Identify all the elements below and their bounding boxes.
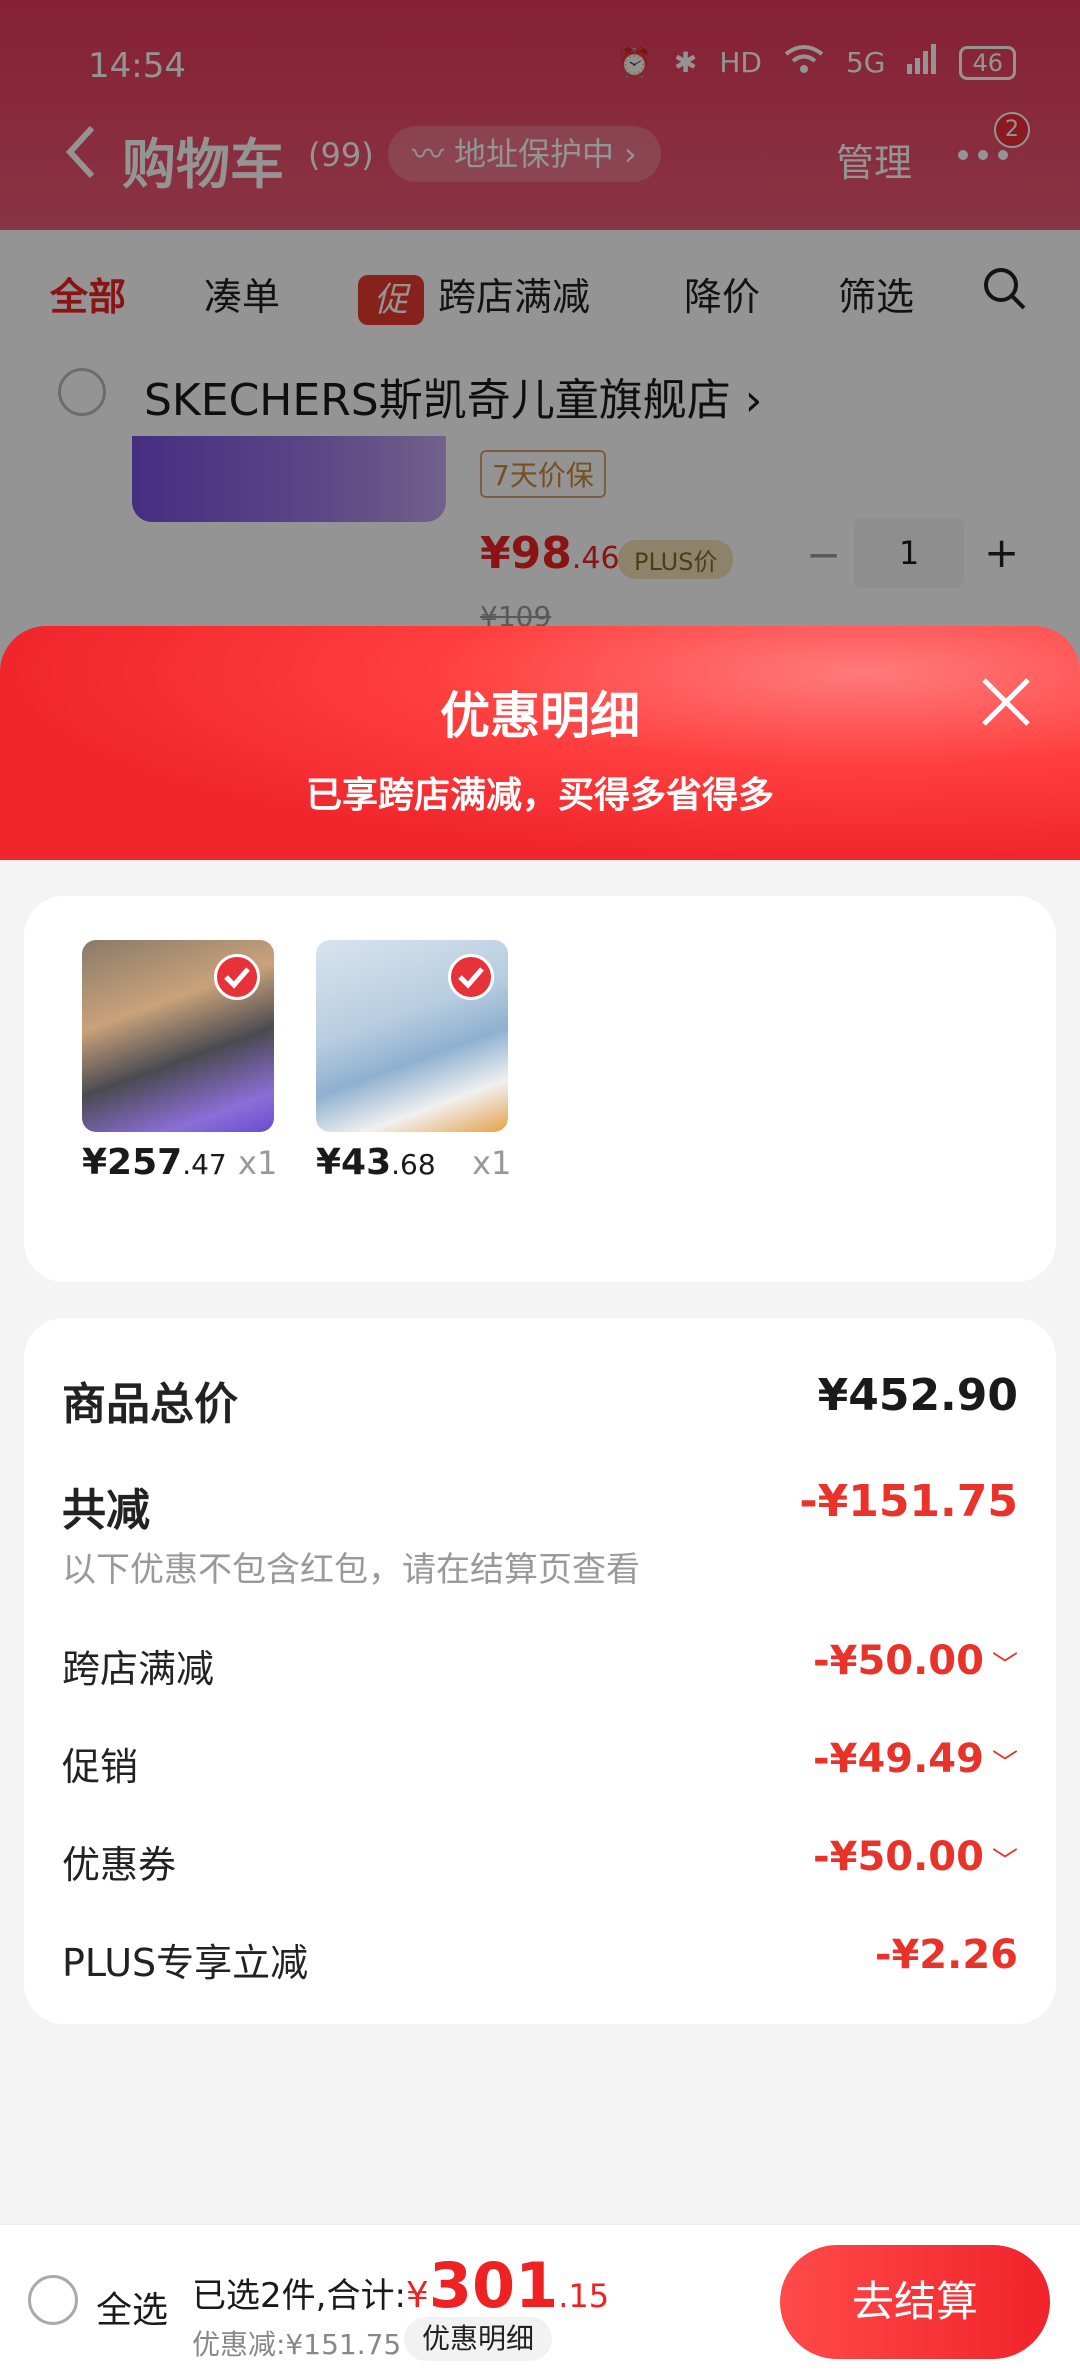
product-qty: x1 [238,1144,278,1182]
promotion-amount: -¥49.49 [813,1736,984,1782]
product-price-dec: .47 [182,1148,227,1181]
product-price: ¥43.68 [316,1142,436,1183]
checkmark-icon [448,954,494,1000]
coupon-value[interactable]: -¥50.00 ﹀ [813,1834,1018,1880]
product-image [82,940,274,1132]
plus-discount-label: PLUS专享立减 [62,1941,309,1985]
sheet-title: 优惠明细 [440,687,640,745]
discount-summary: 优惠减:¥151.75 [192,2328,402,2361]
reduce-value: -¥151.75 [799,1476,1018,1527]
reduce-label: 共减 [62,1485,150,1536]
selected-count: 已选2件,合计: [192,2276,406,2316]
total-value: ¥452.90 [817,1370,1018,1421]
selected-product[interactable] [82,940,278,1132]
product-price-int: ¥43 [316,1142,392,1183]
product-qty: x1 [472,1144,512,1182]
selected-products-card: ¥257.47 x1 ¥43.68 x1 [24,896,1056,1282]
total-currency: ¥ [405,2275,429,2316]
sheet-header: 优惠明细 已享跨店满减，买得多省得多 [0,626,1080,860]
product-price-int: ¥257 [82,1142,183,1183]
coupon-amount: -¥50.00 [813,1834,984,1880]
plus-discount-value: -¥2.26 [874,1932,1018,1978]
total-decimal: .15 [558,2277,610,2315]
coupon-label: 优惠券 [62,1843,177,1887]
promotion-label: 促销 [62,1745,139,1789]
checkout-bar: 全选 已选2件,合计:¥301.15 优惠减:¥151.75 优惠明细 去结算 [0,2224,1080,2376]
total-line: 已选2件,合计:¥301.15 [192,2249,609,2322]
select-all-label[interactable]: 全选 [96,2281,168,2333]
total-label: 商品总价 [62,1379,238,1430]
price-summary-card: 商品总价 ¥452.90 共减 -¥151.75 以下优惠不包含红包，请在结算页… [24,1318,1056,2024]
selected-product[interactable] [316,940,512,1132]
cross-store-amount: -¥50.00 [813,1638,984,1684]
cross-store-label: 跨店满减 [62,1647,215,1691]
sheet-subtitle: 已享跨店满减，买得多省得多 [305,775,774,816]
chevron-down-icon: ﹀ [991,1749,1018,1779]
promotion-value[interactable]: -¥49.49 ﹀ [813,1736,1018,1782]
select-all-radio[interactable] [28,2275,78,2325]
product-price-dec: .68 [391,1148,436,1181]
discount-note: 以下优惠不包含红包，请在结算页查看 [62,1550,640,1590]
checkout-button[interactable]: 去结算 [780,2245,1050,2359]
checkmark-icon [214,954,260,1000]
total-amount: 301 [428,2249,559,2322]
chevron-down-icon: ﹀ [991,1651,1018,1681]
discount-detail-button[interactable]: 优惠明细 [404,2317,553,2361]
chevron-down-icon: ﹀ [991,1847,1018,1877]
cross-store-value[interactable]: -¥50.00 ﹀ [813,1638,1018,1684]
close-icon[interactable] [980,676,1032,728]
sheet-body: ¥257.47 x1 ¥43.68 x1 商品总价 ¥452.90 共减 -¥1… [0,860,1080,2224]
product-image [316,940,508,1132]
product-price: ¥257.47 [82,1142,227,1183]
